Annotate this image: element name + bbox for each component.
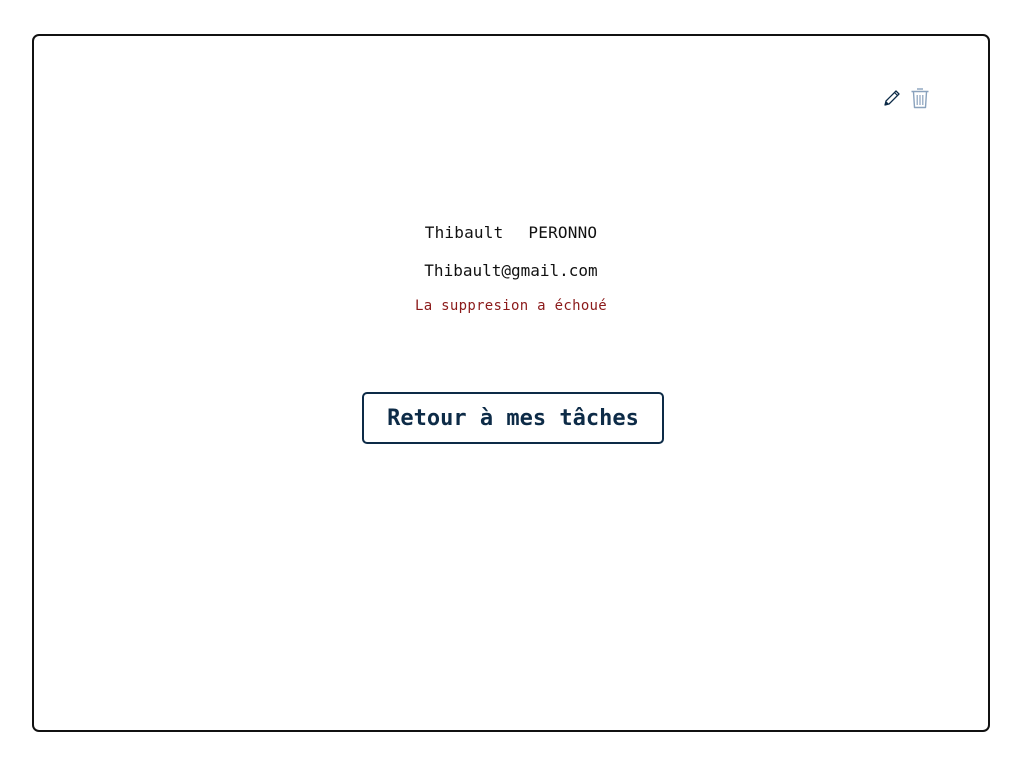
user-first-name: Thibault xyxy=(424,223,504,242)
edit-button[interactable] xyxy=(882,87,902,109)
user-email: Thibault@gmail.com xyxy=(424,261,598,280)
trash-icon xyxy=(911,88,929,109)
back-to-tasks-button[interactable]: Retour à mes tâches xyxy=(362,392,664,444)
delete-button[interactable] xyxy=(910,87,930,109)
user-profile: Thibault PERONNO Thibault@gmail.com La su… xyxy=(34,222,988,316)
pencil-icon xyxy=(884,90,900,106)
user-actions xyxy=(882,87,930,109)
user-fullname: Thibault PERONNO xyxy=(34,222,988,244)
user-card: Thibault PERONNO Thibault@gmail.com La su… xyxy=(32,34,990,732)
user-last-name: PERONNO xyxy=(528,223,598,242)
error-message: La suppresion a échoué xyxy=(414,298,608,314)
